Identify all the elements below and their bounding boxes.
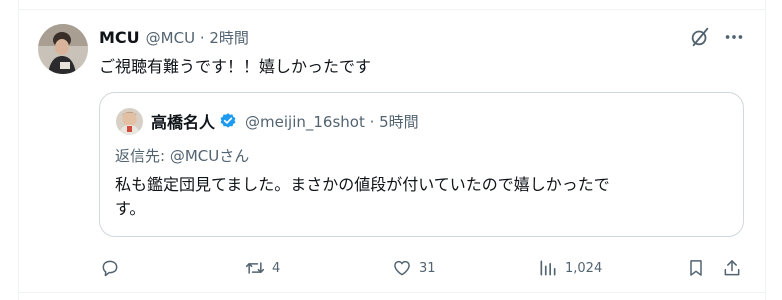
- reply-to-handle[interactable]: @MCUさん: [170, 147, 249, 165]
- reply-to: 返信先: @MCUさん: [115, 145, 249, 166]
- quoted-text: 私も鑑定団見てました。まさかの値段が付いていたので嬉しかったで す。: [115, 173, 715, 221]
- views-count: 1,024: [565, 260, 603, 276]
- bottom-divider: [18, 292, 766, 293]
- tweet-text: ご視聴有難うです！！嬉しかったです: [99, 57, 372, 76]
- quoted-tweet[interactable]: 高橋名人 @meijin_16shot · 5時間 返信先: @MCUさん 私も…: [99, 92, 744, 237]
- heart-icon: [394, 260, 410, 276]
- more-button[interactable]: [722, 25, 746, 49]
- more-icon: [725, 35, 743, 39]
- reply-icon: [102, 260, 118, 277]
- verified-badge-icon: [220, 113, 236, 128]
- retweet-button[interactable]: 4: [245, 256, 280, 280]
- tweet-header: MCU @MCU · 2時間: [99, 27, 249, 49]
- retweet-count: 4: [272, 260, 281, 276]
- author-avatar[interactable]: [38, 24, 88, 74]
- quoted-author-meta[interactable]: @meijin_16shot · 5時間: [245, 111, 419, 132]
- like-count: 31: [419, 260, 436, 276]
- bookmark-button[interactable]: [686, 256, 706, 280]
- grok-icon: [691, 27, 709, 47]
- quoted-header: 高橋名人 @meijin_16shot · 5時間: [151, 109, 419, 133]
- user-avatar-icon: [116, 108, 143, 135]
- quoted-text-line: す。: [115, 199, 146, 218]
- left-border: [18, 0, 19, 300]
- views-chart-icon: [540, 260, 556, 276]
- grok-button[interactable]: [688, 25, 712, 49]
- reply-button[interactable]: [100, 256, 127, 280]
- quoted-text-line: 私も鑑定団見てました。まさかの値段が付いていたので嬉しかったで: [115, 175, 610, 194]
- share-button[interactable]: [722, 256, 742, 280]
- share-icon: [724, 260, 740, 276]
- author-meta[interactable]: @MCU · 2時間: [146, 27, 249, 48]
- reply-to-label: 返信先:: [115, 147, 170, 165]
- like-button[interactable]: 31: [392, 256, 436, 280]
- action-bar: 4 31 1,024: [0, 256, 782, 280]
- top-divider: [18, 9, 766, 10]
- quoted-author-name[interactable]: 高橋名人: [151, 109, 215, 133]
- quoted-author-avatar[interactable]: [116, 108, 143, 135]
- author-name[interactable]: MCU: [99, 28, 140, 47]
- user-avatar-icon: [38, 24, 88, 74]
- retweet-icon: [245, 262, 265, 274]
- tweet-view: MCU @MCU · 2時間 ご視聴有難うです！！嬉しかったです 高橋名人 @m…: [0, 0, 782, 300]
- bookmark-icon: [690, 260, 702, 276]
- right-border: [765, 0, 766, 300]
- views-button[interactable]: 1,024: [538, 256, 602, 280]
